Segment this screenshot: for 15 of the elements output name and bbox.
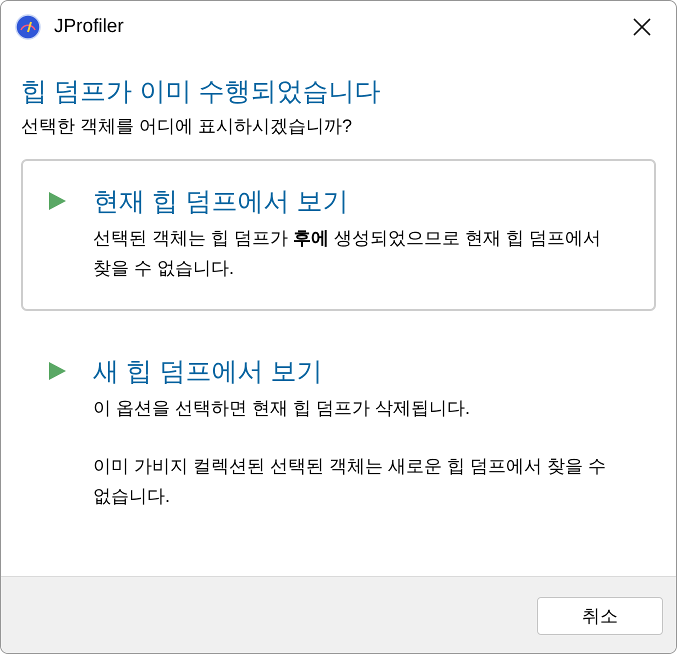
window-title: JProfiler xyxy=(54,14,124,39)
gauge-icon xyxy=(15,14,41,40)
option-description: 이 옵션을 선택하면 현재 힙 덤프가 삭제됩니다. xyxy=(93,397,472,420)
option-title: 현재 힙 덤프에서 보기 xyxy=(93,185,349,218)
option-card[interactable]: 새 힙 덤프에서 보기 이 옵션을 선택하면 현재 힙 덤프가 삭제됩니다. 이미 가비지 컬렉션된 선택된 객체는 새로운 힙 덤프에서 찾을 수 없습니다. xyxy=(21,329,656,539)
option-title: 새 힙 덤프에서 보기 xyxy=(93,355,323,388)
close-icon xyxy=(632,17,652,37)
dialog-question: 선택한 객체를 어디에 표시하시겠습니까? xyxy=(21,115,354,138)
play-icon xyxy=(47,191,67,211)
cancel-button[interactable]: 취소 xyxy=(537,597,663,635)
dialog-heading: 힙 덤프가 이미 수행되었습니다 xyxy=(21,75,382,108)
option-description: 선택된 객체는 힙 덤프가 후에 생성되었으므로 현재 힙 덤프에서 찾을 수 없습니다. xyxy=(93,227,602,280)
option-card[interactable]: 현재 힙 덤프에서 보기 선택된 객체는 힙 덤프가 후에 생성되었으므로 현재 힙 덤프에서 찾을 수 없습니다. xyxy=(21,159,656,311)
play-icon xyxy=(47,361,67,381)
option-description: 이미 가비지 컬렉션된 선택된 객체는 새로운 힙 덤프에서 찾을 수 없습니다. xyxy=(93,455,608,508)
